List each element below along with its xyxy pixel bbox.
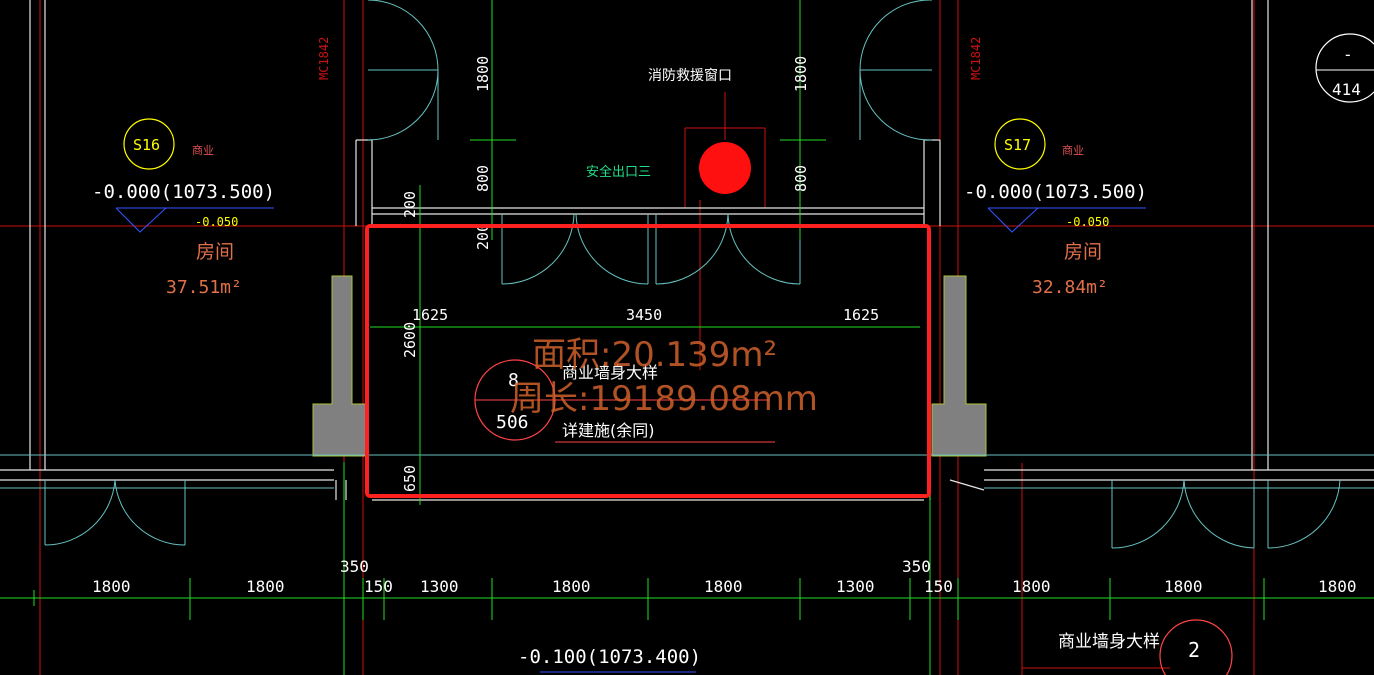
- dim-bottom: 1800: [704, 577, 743, 596]
- elevation-symbol: [987, 207, 1039, 233]
- detail-bubble-bottom: 414: [1332, 80, 1361, 99]
- dim-vertical-left: 800: [474, 165, 492, 192]
- dim-vertical-right: 1800: [792, 56, 810, 92]
- rescue-window-label: 消防救援窗口: [648, 67, 732, 84]
- bottom-elevation[interactable]: -0.100(1073.400): [518, 646, 701, 673]
- detail-see-arch: 详建施(余同): [562, 421, 655, 440]
- room-type: 商业: [192, 143, 214, 157]
- dim-bottom: 1800: [246, 577, 285, 596]
- elevation-symbol: [115, 207, 167, 233]
- room-elevation: -0.000(1073.500): [92, 181, 275, 203]
- door-code-left: MC1842: [317, 37, 331, 80]
- room-name: 房间: [196, 241, 234, 263]
- measure-area: 面积:20.139m²: [532, 335, 777, 375]
- cad-drawing-canvas[interactable]: 消防救援窗口 安全出口三 MC1842 MC1842 S16 商业 -0.000…: [0, 0, 1374, 675]
- dim-horizontal-mid: 1625: [843, 306, 879, 324]
- dim-bottom: 1300: [420, 577, 459, 596]
- dim-bottom: 350: [902, 557, 931, 576]
- dim-vertical-right: 800: [792, 165, 810, 192]
- dim-bottom: 1800: [552, 577, 591, 596]
- room-right[interactable]: S17 商业 -0.000(1073.500) -0.050 房间 32.84m…: [964, 118, 1147, 298]
- room-type: 商业: [1062, 143, 1084, 157]
- dim-bottom: 1800: [1012, 577, 1051, 596]
- room-left[interactable]: S16 商业 -0.000(1073.500) -0.050 房间 37.51m…: [92, 118, 275, 298]
- room-name: 房间: [1064, 241, 1102, 263]
- detail-bubble-number: 2: [1188, 638, 1200, 662]
- dim-horizontal-mid: 1625: [412, 306, 448, 324]
- dim-vertical-left: 1800: [474, 56, 492, 92]
- room-sub-elevation: -0.050: [195, 215, 238, 229]
- room-area: 32.84m²: [1032, 277, 1108, 298]
- measure-overlay: 面积:20.139m² 周长:19189.08mm: [510, 335, 818, 419]
- room-tag: S16: [133, 136, 160, 154]
- room-area: 37.51m²: [166, 277, 242, 298]
- dim-vertical-left: 650: [401, 465, 419, 492]
- dim-vertical-left: 2600: [401, 322, 419, 358]
- safety-exit-label: 安全出口三: [586, 164, 651, 180]
- door-code-right: MC1842: [969, 37, 983, 80]
- dim-horizontal-mid: 3450: [626, 306, 662, 324]
- dim-vertical-left: 200: [401, 191, 419, 218]
- bottom-dimensions: 350 350 1800 1800 150 1300 1800 1800 130…: [92, 557, 1357, 596]
- fire-rescue-window[interactable]: 消防救援窗口: [648, 67, 751, 194]
- detail-callout-top-right[interactable]: - 414: [1315, 33, 1374, 103]
- room-sub-elevation: -0.050: [1066, 215, 1109, 229]
- room-tag: S17: [1004, 136, 1031, 154]
- room-elevation: -0.000(1073.500): [964, 181, 1147, 203]
- detail-bubble-top: -: [1343, 45, 1353, 64]
- dim-bottom: 150: [364, 577, 393, 596]
- dim-bottom: 1300: [836, 577, 875, 596]
- rescue-window-marker: [699, 142, 751, 194]
- measure-perimeter: 周长:19189.08mm: [510, 379, 818, 419]
- dim-bottom: 1800: [92, 577, 131, 596]
- bottom-elevation-text: -0.100(1073.400): [518, 646, 701, 668]
- dim-bottom: 150: [924, 577, 953, 596]
- detail-title-2: 商业墙身大样: [1058, 632, 1160, 652]
- dim-bottom: 350: [340, 557, 369, 576]
- dim-bottom: 1800: [1164, 577, 1203, 596]
- dim-bottom: 1800: [1318, 577, 1357, 596]
- detail-callout-bottom-right[interactable]: 商业墙身大样 2: [1058, 619, 1233, 675]
